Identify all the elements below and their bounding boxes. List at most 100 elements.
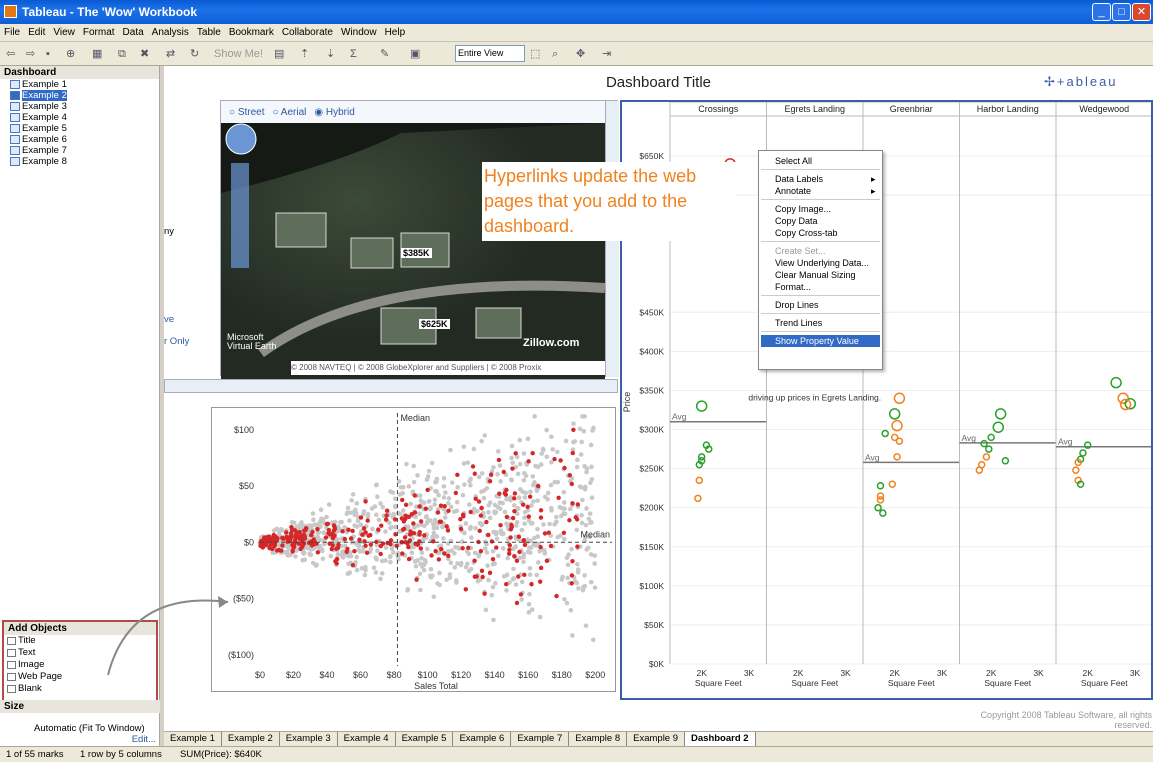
minimize-button[interactable]: _ xyxy=(1092,3,1111,21)
sheet-tab[interactable]: Example 8 xyxy=(569,732,628,746)
zillow-brand[interactable]: Zillow.com xyxy=(523,337,579,349)
menu-item[interactable]: Help xyxy=(381,24,410,42)
forward-icon[interactable]: ⇨ xyxy=(26,46,35,62)
scatter-point-gray xyxy=(375,494,380,500)
context-menu-item[interactable]: Copy Cross-tab xyxy=(775,227,838,239)
scatter-point-gray xyxy=(428,566,434,572)
context-menu-item[interactable]: Format... xyxy=(775,281,811,293)
sort-asc-icon[interactable]: ⇡ xyxy=(300,46,309,62)
scatter-point-gray xyxy=(554,514,559,520)
scatter-point-red xyxy=(442,503,447,509)
duplicate-icon[interactable]: ⧉ xyxy=(118,46,126,62)
close-button[interactable]: ✕ xyxy=(1132,3,1151,21)
save-icon[interactable]: ▪ xyxy=(46,46,50,62)
zoom-icon[interactable]: ⌕ xyxy=(552,46,558,62)
sheet-list-item[interactable]: Example 4 xyxy=(0,112,159,123)
select-icon[interactable]: ⬚ xyxy=(530,46,540,62)
pin-icon[interactable]: ⇥ xyxy=(602,46,611,62)
clipped-legend: ny ve r Only xyxy=(164,100,216,380)
scatter-point-gray xyxy=(375,548,380,553)
sort-desc-icon[interactable]: ⇣ xyxy=(326,46,335,62)
group-icon[interactable]: ▤ xyxy=(274,46,284,62)
sheet-tab[interactable]: Example 1 xyxy=(164,732,222,746)
sheet-list-item[interactable]: Example 2 xyxy=(0,90,159,101)
context-menu-item[interactable]: Clear Manual Sizing xyxy=(775,269,856,281)
scatter-point-gray xyxy=(580,414,585,419)
menu-item[interactable]: Analysis xyxy=(148,24,193,42)
map-type-radio[interactable]: ○ Street xyxy=(229,107,265,118)
scatter-point-gray xyxy=(575,457,580,463)
sheet-list-item[interactable]: Example 8 xyxy=(0,156,159,167)
context-menu-item[interactable]: Annotate xyxy=(775,185,811,197)
maximize-button[interactable]: □ xyxy=(1112,3,1131,21)
y-tick-label: $400K xyxy=(639,346,664,356)
context-menu-item[interactable]: Select All xyxy=(775,155,812,167)
map-type-radio[interactable]: ◉ Hybrid xyxy=(314,107,354,118)
context-menu-item[interactable]: Create Set... xyxy=(775,245,826,257)
connect-icon[interactable]: ⊕ xyxy=(66,46,75,62)
sheet-tab[interactable]: Dashboard 2 xyxy=(685,732,756,746)
scatter-point-gray xyxy=(504,521,509,527)
swap-icon[interactable]: ⇄ xyxy=(166,46,175,62)
menu-item[interactable]: Bookmark xyxy=(225,24,278,42)
menu-item[interactable]: Format xyxy=(79,24,119,42)
context-menu-item[interactable]: Show Property Value xyxy=(761,335,880,347)
highlight-icon[interactable]: ✎ xyxy=(380,46,389,62)
map-horizontal-scrollbar[interactable] xyxy=(164,379,618,393)
map-price-label[interactable]: $385K xyxy=(401,248,432,258)
context-menu-item[interactable]: Data Labels xyxy=(775,173,823,185)
scatter-point-gray xyxy=(354,554,360,560)
menu-item[interactable]: View xyxy=(49,24,79,42)
scatter-point-gray xyxy=(434,489,440,494)
sheet-tab[interactable]: Example 3 xyxy=(280,732,338,746)
menu-item[interactable]: Edit xyxy=(24,24,49,42)
scatter-point-red xyxy=(453,490,459,496)
context-menu-item[interactable]: Copy Data xyxy=(775,215,818,227)
sheet-tab[interactable]: Example 5 xyxy=(396,732,454,746)
add-object-item[interactable]: Blank xyxy=(4,683,156,695)
view-size-select[interactable]: Entire View xyxy=(455,45,525,62)
sheet-list-item[interactable]: Example 6 xyxy=(0,134,159,145)
sheet-tab[interactable]: Example 7 xyxy=(511,732,570,746)
sheet-list-item[interactable]: Example 3 xyxy=(0,101,159,112)
sheet-list-item[interactable]: Example 5 xyxy=(0,123,159,134)
window-title-bar[interactable]: Tableau - The 'Wow' Workbook xyxy=(0,0,1153,24)
clear-icon[interactable]: ✖ xyxy=(140,46,149,62)
object-label: Blank xyxy=(18,683,42,694)
x-tick-label: $60 xyxy=(353,670,368,680)
scatter-point-gray xyxy=(584,469,589,475)
sheet-tab[interactable]: Example 2 xyxy=(222,732,280,746)
pan-icon[interactable]: ✥ xyxy=(576,46,585,62)
show-me-button[interactable]: Show Me! xyxy=(214,46,263,62)
scatter-point-gray xyxy=(413,514,418,520)
menu-item[interactable]: Data xyxy=(119,24,148,42)
menu-item[interactable]: Table xyxy=(193,24,225,42)
map-type-radio[interactable]: ○ Aerial xyxy=(273,107,307,118)
scatter-point-gray xyxy=(363,565,368,570)
map-price-label[interactable]: $625K xyxy=(419,319,450,329)
refresh-icon[interactable]: ↻ xyxy=(190,46,199,62)
context-menu-item[interactable]: Copy Image... xyxy=(775,203,831,215)
size-value[interactable]: Automatic (Fit To Window) xyxy=(0,713,160,734)
scatter-point-red xyxy=(525,504,530,510)
totals-icon[interactable]: Σ xyxy=(350,46,357,62)
scatter-point-red xyxy=(365,518,370,523)
context-menu-item[interactable]: View Underlying Data... xyxy=(775,257,869,269)
scatter-point-gray xyxy=(562,596,567,602)
sheet-list-item[interactable]: Example 1 xyxy=(0,79,159,90)
edit-size-link[interactable]: Edit... xyxy=(0,734,160,745)
scatter-point-gray xyxy=(552,522,557,527)
context-menu-item[interactable]: Trend Lines xyxy=(775,317,822,329)
back-icon[interactable]: ⇦ xyxy=(6,46,15,62)
menu-item[interactable]: File xyxy=(0,24,24,42)
sheet-tab[interactable]: Example 6 xyxy=(453,732,512,746)
new-sheet-icon[interactable]: ▦ xyxy=(92,46,102,62)
sheet-tab[interactable]: Example 4 xyxy=(338,732,396,746)
scatter-point-gray xyxy=(463,521,469,526)
sheet-tab[interactable]: Example 9 xyxy=(627,732,686,746)
menu-item[interactable]: Window xyxy=(337,24,381,42)
format-icon[interactable]: ▣ xyxy=(410,46,420,62)
context-menu-item[interactable]: Drop Lines xyxy=(775,299,819,311)
sheet-list-item[interactable]: Example 7 xyxy=(0,145,159,156)
menu-item[interactable]: Collaborate xyxy=(278,24,337,42)
